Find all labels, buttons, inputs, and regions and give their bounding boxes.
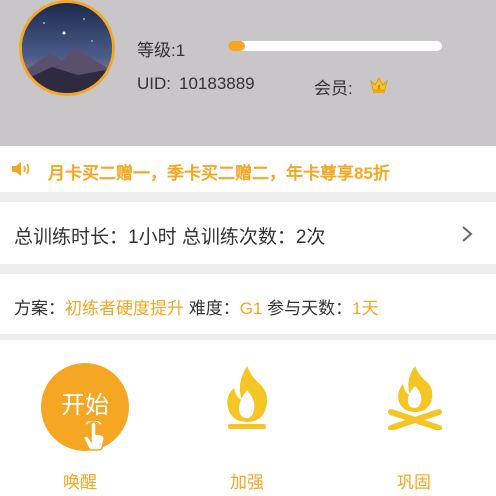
action-wake[interactable]: 开始 唤醒 (5, 340, 155, 496)
chevron-right-icon (462, 226, 473, 242)
vip-label: 会员: (314, 79, 353, 98)
campfire-icon (388, 366, 442, 430)
speaker-icon (12, 162, 30, 176)
notice-text: 月卡买二赠一，季卡买二赠二，年卡尊享85折 (48, 164, 390, 183)
days-value: 1天 (352, 299, 379, 318)
uid-value: 10183889 (179, 74, 255, 93)
start-button[interactable]: 开始 (41, 363, 129, 451)
difficulty-label: 难度： (184, 299, 240, 318)
divider (0, 264, 496, 274)
action-wake-label: 唤醒 (63, 473, 97, 492)
avatar[interactable] (19, 0, 115, 96)
uid-label: UID: (137, 74, 171, 93)
plan-label: 方案： (14, 299, 65, 318)
level-progress-bar (228, 41, 442, 51)
difficulty-value: G1 (239, 299, 263, 318)
level-progress-fill (228, 41, 246, 51)
days-label: 参与天数： (262, 299, 353, 318)
notice-bar[interactable]: 月卡买二赠一，季卡买二赠二，年卡尊享85折 (0, 146, 496, 192)
crown-icon[interactable] (369, 76, 389, 94)
profile-header: 等级:1 UID: 10183889 会员: (0, 0, 496, 146)
start-button-label: 开始 (61, 392, 109, 419)
action-strengthen-label: 加强 (230, 473, 264, 492)
action-consolidate-label: 巩固 (397, 473, 431, 492)
plan-value[interactable]: 初练者硬度提升 (65, 299, 184, 318)
level-label: 等级:1 (137, 41, 186, 60)
training-stats-text: 总训练时长：1小时 总训练次数：2次 (14, 227, 326, 248)
plan-row: 方案：初练者硬度提升 难度：G1 参与天数：1天 (0, 274, 496, 334)
action-strengthen[interactable]: 加强 (172, 340, 322, 496)
divider (0, 192, 496, 202)
hand-tap-icon (83, 421, 105, 451)
action-consolidate[interactable]: 巩固 (339, 340, 489, 496)
uid-row: UID: 10183889 (137, 74, 255, 94)
avatar-image (22, 3, 112, 93)
flame-icon (227, 366, 268, 429)
plan-text: 方案：初练者硬度提升 难度：G1 参与天数：1天 (14, 294, 379, 319)
training-stats-row[interactable]: 总训练时长：1小时 总训练次数：2次 (0, 202, 496, 264)
